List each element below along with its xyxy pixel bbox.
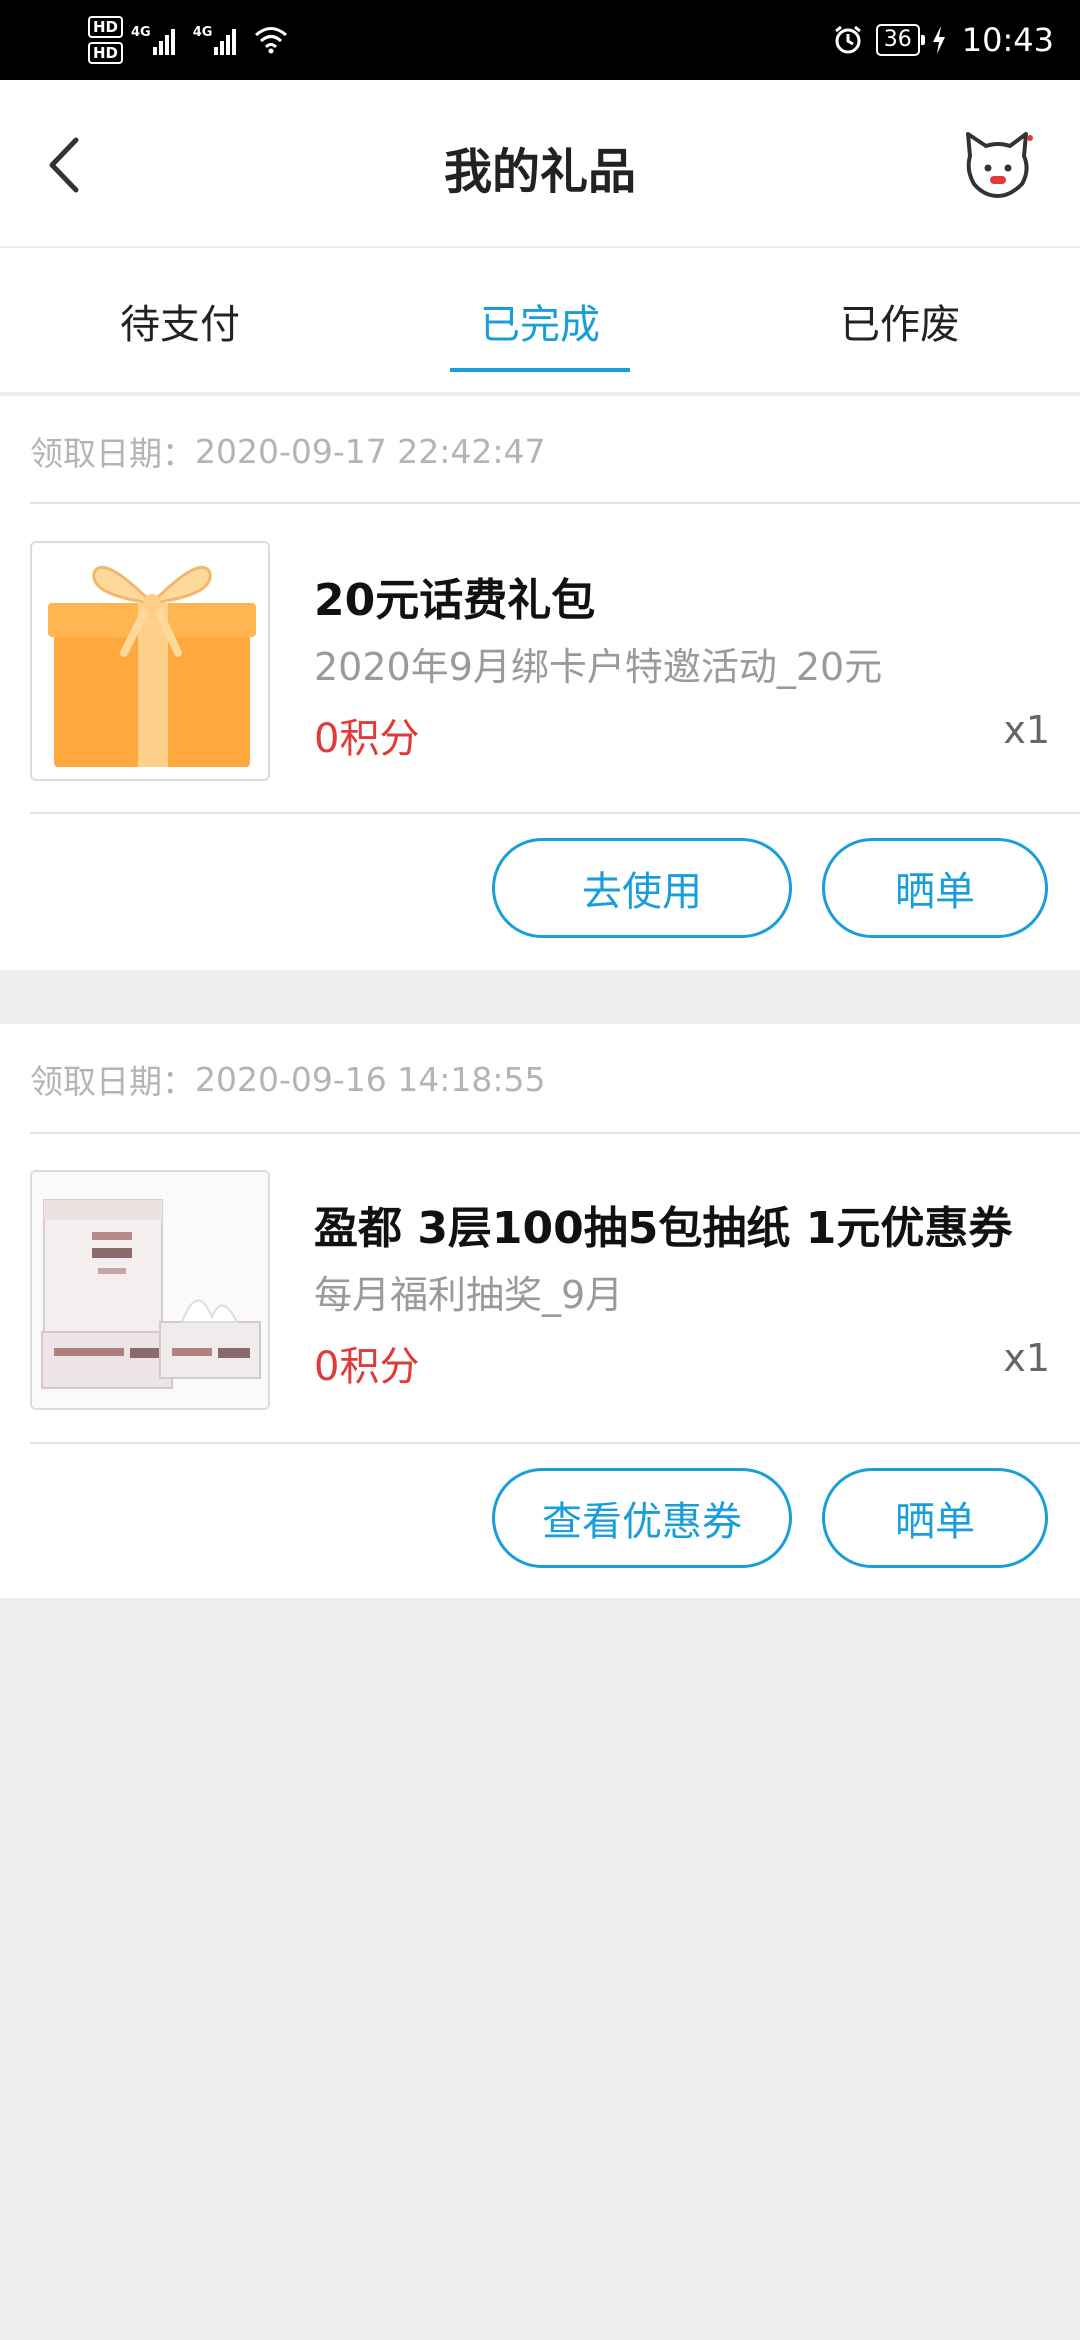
- network-type-2: 4G: [192, 25, 213, 40]
- status-right: 36 10:43: [832, 0, 1054, 80]
- claim-date-value: 2020-09-17 22:42:47: [195, 431, 546, 471]
- gift-box-icon: [48, 565, 256, 767]
- gift-description: 每月福利抽奖_9月: [314, 1273, 624, 1317]
- tab-voided[interactable]: 已作废: [720, 248, 1080, 394]
- claim-date-label: 领取日期：: [30, 1062, 195, 1101]
- claim-date-label: 领取日期：: [30, 434, 195, 473]
- divider: [30, 1442, 1080, 1444]
- use-button[interactable]: 去使用: [492, 838, 792, 938]
- status-bar: HD HD 4G 4G 36 10:43: [0, 0, 1080, 80]
- battery-icon: 36: [875, 24, 925, 56]
- gift-card: 领取日期： 2020-09-17 22:42:47 20元话费礼包 2020年9…: [0, 396, 1080, 970]
- gift-name: 盈都 3层100抽5包抽纸 1元优惠券: [314, 1203, 1013, 1254]
- hd-badge-2: HD: [88, 42, 124, 64]
- share-order-button[interactable]: 晒单: [822, 1468, 1048, 1568]
- app-header: 我的礼品: [0, 80, 1080, 248]
- status-left: HD HD 4G 4G: [88, 10, 288, 70]
- cat-mascot-icon[interactable]: [960, 126, 1036, 202]
- hd-indicators: HD HD: [88, 16, 124, 64]
- tab-pending-payment[interactable]: 待支付: [0, 248, 360, 394]
- gift-description: 2020年9月绑卡户特邀活动_20元: [314, 645, 883, 689]
- page-title: 我的礼品: [443, 144, 636, 200]
- gift-quantity: x1: [1003, 708, 1050, 752]
- tissue-pack-image[interactable]: [30, 1170, 270, 1410]
- gift-name: 20元话费礼包: [314, 575, 596, 626]
- divider: [30, 812, 1080, 814]
- tab-bar: 待支付 已完成 已作废: [0, 248, 1080, 394]
- alarm-icon: [834, 25, 861, 54]
- view-coupon-button[interactable]: 查看优惠券: [492, 1468, 792, 1568]
- hd-badge-1: HD: [88, 16, 124, 38]
- wifi-icon: [255, 27, 288, 54]
- charging-icon: [932, 26, 945, 54]
- divider: [30, 502, 1080, 504]
- divider: [30, 1132, 1080, 1134]
- gift-points: 0积分: [314, 716, 420, 762]
- network-type-1: 4G: [131, 25, 151, 40]
- gift-card: 领取日期： 2020-09-16 14:18:55 盈都 3层100抽5包抽纸 …: [0, 1024, 1080, 1598]
- gift-quantity: x1: [1003, 1336, 1050, 1380]
- tissue-pack-icon: [32, 1172, 268, 1408]
- tab-completed[interactable]: 已完成: [360, 248, 720, 394]
- signal-icon: 4G: [193, 25, 239, 55]
- gift-points: 0积分: [314, 1344, 420, 1390]
- clock: 10:43: [961, 21, 1054, 59]
- signal-icon: 4G: [131, 25, 177, 55]
- claim-date-row: 领取日期： 2020-09-16 14:18:55: [30, 1024, 545, 1134]
- claim-date-value: 2020-09-16 14:18:55: [195, 1059, 546, 1099]
- share-order-button[interactable]: 晒单: [822, 838, 1048, 938]
- gift-box-image[interactable]: [30, 541, 270, 781]
- active-tab-indicator: [450, 368, 630, 372]
- claim-date-row: 领取日期： 2020-09-17 22:42:47: [30, 396, 545, 506]
